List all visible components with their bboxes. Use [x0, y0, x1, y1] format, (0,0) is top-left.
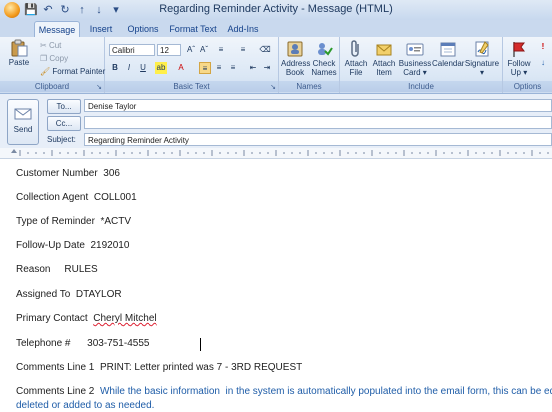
low-importance-icon[interactable]: ↓ — [537, 57, 549, 69]
italic-icon[interactable]: I — [123, 62, 135, 74]
basic-text-launcher-icon[interactable]: ↘ — [270, 83, 276, 91]
font-size-select[interactable]: 12 — [157, 44, 181, 56]
copy-button[interactable]: ❐ Copy — [40, 54, 68, 64]
send-button[interactable]: Send — [7, 99, 39, 145]
body-line-type-of-reminder: Type of Reminder *ACTV — [16, 216, 132, 227]
message-body[interactable]: Customer Number 306 Collection Agent COL… — [0, 159, 552, 412]
shrink-font-icon[interactable]: Aˇ — [198, 44, 210, 56]
tab-options[interactable]: Options — [124, 21, 162, 37]
font-color-icon[interactable]: A — [175, 62, 187, 74]
cc-button[interactable]: Cc... — [47, 116, 81, 131]
align-left-icon[interactable]: ≡ — [199, 62, 211, 74]
tab-message[interactable]: Message — [34, 21, 80, 38]
decrease-indent-icon[interactable]: ⇤ — [247, 62, 259, 74]
business-card-icon — [406, 43, 424, 56]
body-line-collection-agent: Collection Agent COLL001 — [16, 192, 137, 203]
body-line-comments-1: Comments Line 1 PRINT: Letter printed wa… — [16, 362, 303, 373]
paste-button[interactable]: Paste — [6, 39, 32, 67]
business-card-button[interactable]: Business Card ▾ — [398, 40, 432, 77]
align-center-icon[interactable]: ≡ — [213, 62, 225, 74]
body-line-comments-2: Comments Line 2 While the basic informat… — [16, 386, 552, 397]
clipboard-group-label: Clipboard — [0, 81, 104, 92]
cc-field[interactable] — [84, 116, 552, 129]
options-group: Follow Up ▾ ! ↓ Options — [503, 37, 552, 93]
check-names-icon — [318, 43, 333, 56]
text-caret — [200, 338, 201, 351]
signature-icon — [475, 41, 489, 57]
contact-name: Cheryl Mitchel — [93, 313, 157, 324]
subject-label: Subject: — [47, 135, 76, 144]
attach-item-button[interactable]: Attach Item — [370, 40, 398, 77]
numbering-icon[interactable]: ≡ — [237, 44, 249, 56]
grow-font-icon[interactable]: Aˆ — [185, 44, 197, 56]
body-line-assigned-to: Assigned To DTAYLOR — [16, 289, 122, 300]
body-line-comments-2-cont: deleted or added to as needed. — [16, 400, 155, 411]
send-icon — [14, 108, 32, 120]
flag-icon — [513, 42, 525, 57]
high-importance-icon[interactable]: ! — [537, 41, 549, 53]
calendar-icon — [440, 42, 456, 57]
paintbrush-icon: 🖌 — [40, 67, 51, 76]
body-line-primary-contact: Primary Contact Cheryl Mitchel — [16, 313, 157, 324]
to-field[interactable]: Denise Taylor — [84, 99, 552, 112]
ribbon-tabs: Message Insert Options Format Text Add-I… — [0, 20, 552, 38]
format-painter-button[interactable]: 🖌 Format Painter — [40, 67, 105, 77]
window-title: Regarding Reminder Activity - Message (H… — [159, 3, 393, 15]
calendar-button[interactable]: Calendar — [432, 40, 464, 68]
copy-icon: ❐ — [40, 54, 48, 63]
address-book-icon — [287, 41, 303, 57]
ruler[interactable] — [0, 148, 552, 159]
underline-icon[interactable]: U — [137, 62, 149, 74]
check-names-button[interactable]: Check Names — [310, 40, 338, 77]
scissors-icon: ✂ — [40, 41, 47, 50]
align-right-icon[interactable]: ≡ — [227, 62, 239, 74]
cut-button[interactable]: ✂ Cut — [40, 41, 61, 51]
increase-indent-icon[interactable]: ⇥ — [261, 62, 273, 74]
body-line-customer-number: Customer Number 306 — [16, 168, 120, 179]
options-group-label: Options — [503, 81, 552, 92]
tab-add-ins[interactable]: Add-Ins — [224, 21, 262, 37]
attach-file-button[interactable]: Attach File — [342, 40, 370, 77]
body-line-follow-up-date: Follow-Up Date 2192010 — [16, 240, 130, 251]
signature-button[interactable]: Signature ▾ — [464, 40, 500, 77]
body-line-telephone: Telephone # 303-751-4555 — [16, 338, 150, 349]
message-header: Send To... Denise Taylor Cc... Subject: … — [0, 94, 552, 148]
follow-up-button[interactable]: Follow Up ▾ — [505, 40, 533, 77]
basic-text-group: Calibri 12 Aˆ Aˇ ≡ ≡ ⌫ B I U ab A ≡ ≡ ≡ … — [105, 37, 279, 93]
address-book-button[interactable]: Address Book — [281, 40, 310, 77]
bold-icon[interactable]: B — [109, 62, 121, 74]
include-group-label: Include — [340, 81, 502, 92]
names-group-label: Names — [279, 81, 339, 92]
highlight-icon[interactable]: ab — [155, 62, 167, 74]
title-bar: 💾 ↶ ↻ ↑ ↓ ▾ Regarding Reminder Activity … — [0, 0, 552, 21]
bullets-icon[interactable]: ≡ — [215, 44, 227, 56]
tab-format-text[interactable]: Format Text — [168, 21, 218, 37]
include-group: Attach File Attach Item Business Card ▾ Cal… — [340, 37, 503, 93]
envelope-icon — [376, 44, 392, 56]
clipboard-launcher-icon[interactable]: ↘ — [96, 83, 102, 91]
subject-field[interactable]: Regarding Reminder Activity — [84, 133, 552, 146]
basic-text-group-label: Basic Text — [105, 81, 278, 92]
to-button[interactable]: To... — [47, 99, 81, 114]
tab-insert[interactable]: Insert — [84, 21, 118, 37]
font-name-select[interactable]: Calibri — [109, 44, 155, 56]
paperclip-icon — [351, 40, 359, 57]
clear-format-icon[interactable]: ⌫ — [259, 44, 271, 56]
ribbon: Paste ✂ Cut ❐ Copy 🖌 Format Painter Clip… — [0, 37, 552, 94]
body-line-reason: Reason RULES — [16, 264, 98, 275]
clipboard-group: Paste ✂ Cut ❐ Copy 🖌 Format Painter Clip… — [0, 37, 105, 93]
ruler-ticks — [11, 149, 549, 156]
paste-icon — [11, 39, 28, 57]
names-group: Address Book Check Names Names — [279, 37, 340, 93]
